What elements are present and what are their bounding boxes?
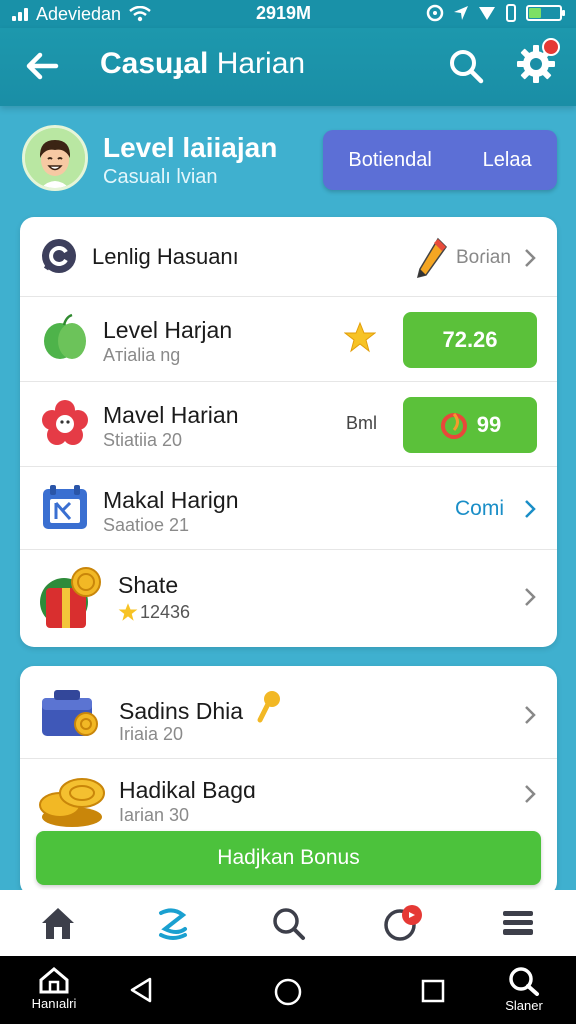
home-icon bbox=[39, 967, 69, 994]
nav-search[interactable] bbox=[258, 895, 318, 951]
back-arrow-icon[interactable] bbox=[22, 46, 62, 86]
row-title: Makal Harign bbox=[103, 487, 239, 513]
status-bar: Adeviedan 2919M bbox=[0, 0, 576, 28]
profile-title: Level laiiajan bbox=[103, 132, 278, 163]
claim-bonus-label: Hadjkan Bonus bbox=[217, 846, 360, 869]
profile-button-left-label: Botiendal bbox=[348, 148, 432, 171]
bottom-nav bbox=[0, 890, 576, 956]
row-subtitle: Stiatiia 20 bbox=[103, 430, 183, 450]
chevron-right-icon bbox=[525, 785, 536, 803]
value-label: 99 bbox=[476, 412, 502, 437]
wifi-signal-icon bbox=[479, 7, 495, 20]
system-nav: Hanıalri Slaner bbox=[0, 956, 576, 1024]
list-item[interactable]: Mavel Harian Stiatiia 20 Bml 99 bbox=[20, 382, 557, 467]
notification-badge bbox=[542, 38, 560, 56]
list-item[interactable]: Sadins Dhia Iriaia 20 bbox=[20, 666, 557, 759]
row-subtitle: 12436 bbox=[140, 602, 191, 622]
nav-notifications[interactable] bbox=[373, 895, 433, 951]
chevron-right-icon bbox=[525, 706, 536, 724]
carrier-name: Adeviedan bbox=[36, 3, 122, 24]
daily-card: Lenlig Hasuanı Boɾian Level Harjan Aᴛial… bbox=[20, 217, 557, 647]
row-subtitle: Aᴛialia ng bbox=[103, 345, 181, 365]
home-circle-icon[interactable] bbox=[273, 977, 303, 1007]
level-value-button[interactable]: 72.26 bbox=[403, 312, 537, 368]
key-icon bbox=[257, 691, 280, 723]
profile-subtitle: Casualı lvian bbox=[103, 166, 218, 188]
row-subtitle: Iriaia 20 bbox=[119, 724, 184, 744]
list-item[interactable]: Level Harjan Aᴛialia ng 72.26 bbox=[20, 297, 557, 382]
row-right-label: Boɾian bbox=[456, 247, 511, 268]
nav-activity[interactable] bbox=[143, 895, 203, 951]
chest-icon bbox=[42, 690, 98, 736]
profile-button-right-label: Lelaa bbox=[482, 148, 532, 171]
star-icon bbox=[344, 321, 376, 353]
battery-icon bbox=[526, 5, 565, 21]
system-search-label: Slaner bbox=[505, 998, 543, 1013]
search-icon bbox=[273, 908, 305, 940]
row-subtitle: Iarian 30 bbox=[119, 805, 190, 825]
recents-square-icon[interactable] bbox=[420, 978, 446, 1004]
system-search-button[interactable]: Slaner bbox=[494, 966, 554, 1022]
back-triangle-icon[interactable] bbox=[128, 976, 154, 1004]
signal-icon bbox=[12, 7, 28, 21]
row-title: Lenlig Hasuanı bbox=[92, 244, 239, 269]
avatar-face-icon bbox=[25, 128, 85, 188]
system-home-button[interactable]: Hanıalri bbox=[24, 966, 84, 1022]
nav-home[interactable] bbox=[28, 895, 88, 951]
pencil-icon bbox=[416, 237, 447, 279]
notification-icon bbox=[384, 905, 423, 941]
calendar-icon bbox=[43, 485, 87, 529]
location-icon bbox=[454, 6, 468, 20]
chevron-right-icon bbox=[525, 588, 536, 606]
streak-value-button[interactable]: 99 bbox=[403, 397, 537, 453]
search-icon bbox=[509, 967, 539, 996]
list-item[interactable]: Makal Harign Saatioe 21 Comi bbox=[20, 467, 557, 550]
flower-icon bbox=[42, 400, 88, 445]
coins-icon bbox=[39, 778, 105, 827]
sync-icon bbox=[426, 4, 444, 22]
activity-icon bbox=[158, 908, 187, 940]
home-icon bbox=[41, 908, 74, 939]
search-icon[interactable] bbox=[446, 46, 486, 86]
leaf-icon bbox=[44, 313, 86, 359]
chevron-right-icon bbox=[525, 500, 536, 518]
wifi-icon bbox=[129, 6, 151, 22]
value-label: 72.26 bbox=[442, 327, 498, 352]
row-subtitle: Saatioe 21 bbox=[103, 515, 190, 535]
system-home-label: Hanıalri bbox=[31, 996, 77, 1011]
vibrate-icon bbox=[506, 4, 516, 22]
row-title: Sadins Dhia bbox=[119, 698, 244, 724]
list-item[interactable]: Shate 12436 bbox=[20, 550, 557, 647]
row-middle-label: Bml bbox=[346, 413, 377, 433]
menu-icon bbox=[503, 911, 534, 935]
nav-menu[interactable] bbox=[488, 895, 548, 951]
star-icon bbox=[118, 603, 138, 621]
chevron-right-icon bbox=[525, 249, 536, 267]
row-title: Level Harjan bbox=[103, 317, 233, 343]
row-right-label: Comi bbox=[455, 497, 505, 520]
row-title: Hadikal Bagɑ bbox=[119, 777, 256, 803]
avatar[interactable] bbox=[22, 125, 88, 191]
page-title: Casuɟal Harian bbox=[100, 47, 306, 80]
gift-icon bbox=[40, 567, 101, 628]
flame-icon bbox=[440, 413, 467, 439]
claim-bonus-button[interactable]: Hadjkan Bonus bbox=[36, 831, 541, 885]
settings-button[interactable] bbox=[514, 38, 560, 86]
profile-action-button[interactable]: Botiendal Lelaa bbox=[323, 130, 557, 190]
clock: 2919M bbox=[256, 3, 312, 23]
app-bar: Casuɟal Harian bbox=[0, 28, 576, 106]
row-title: Mavel Harian bbox=[103, 402, 239, 428]
list-item[interactable]: Lenlig Hasuanı Boɾian bbox=[20, 217, 557, 297]
chat-icon bbox=[42, 239, 76, 273]
row-title: Shate bbox=[118, 572, 179, 598]
